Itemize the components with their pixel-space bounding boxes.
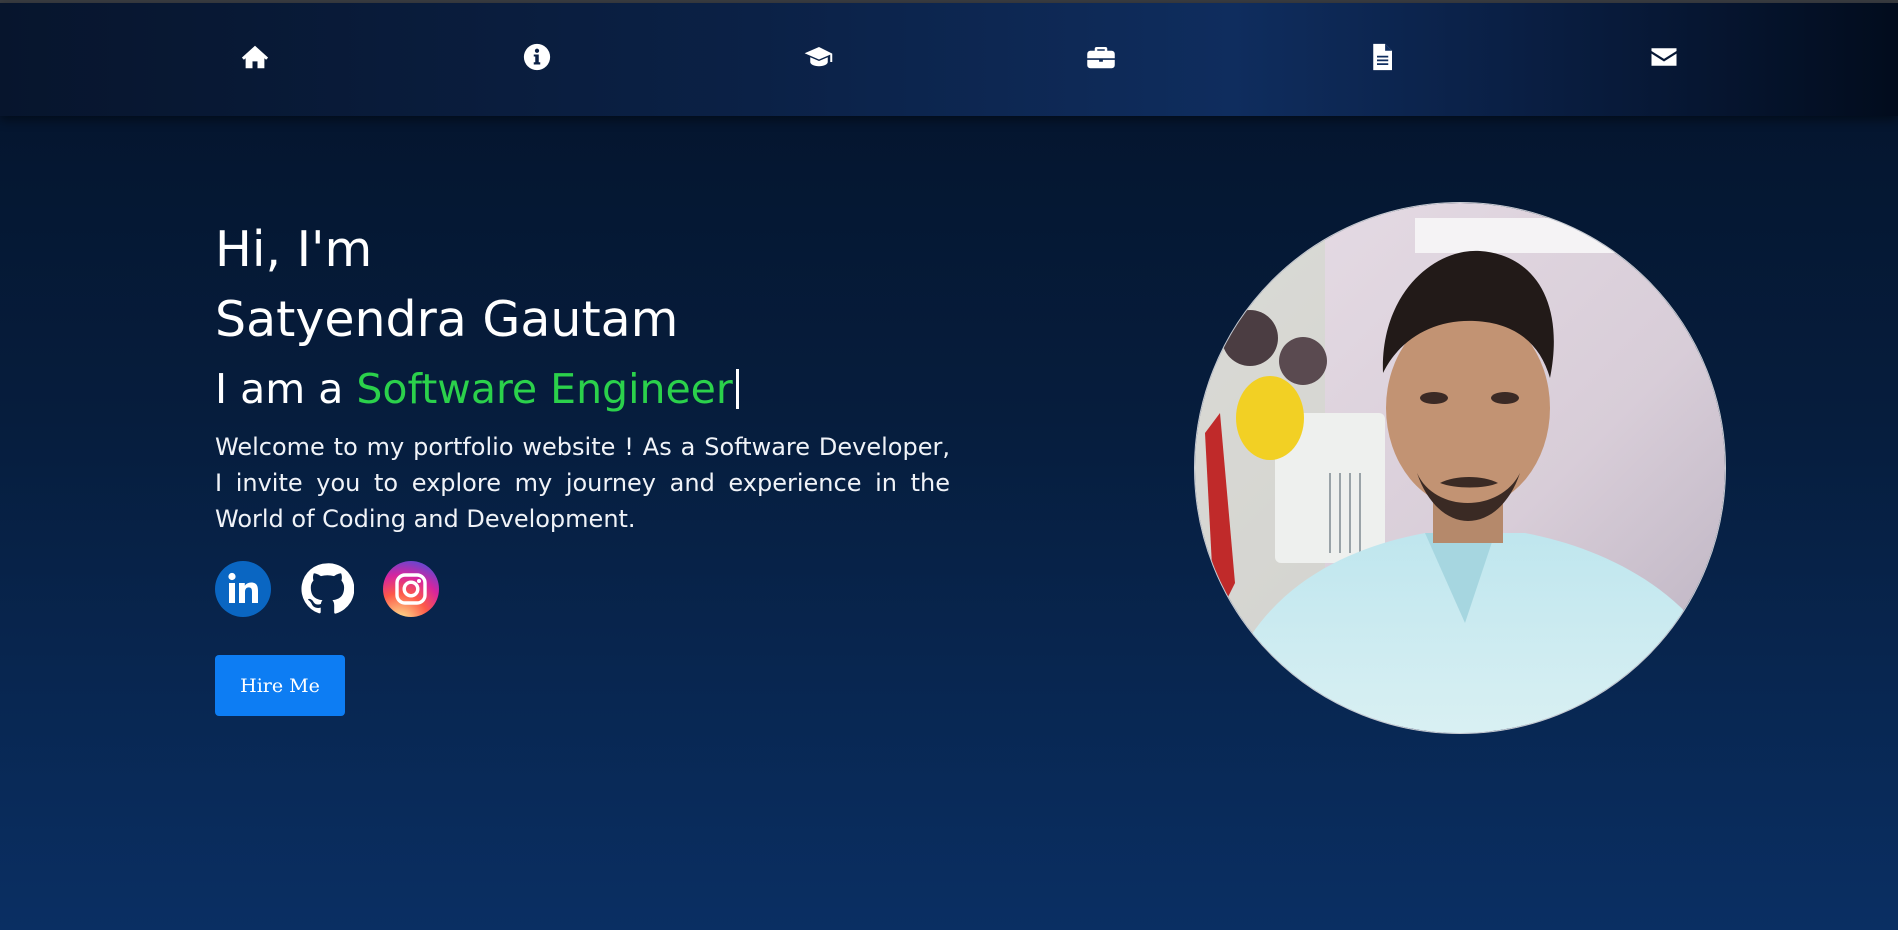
- instagram-link[interactable]: [383, 561, 439, 617]
- hire-me-button[interactable]: Hire Me: [215, 655, 345, 716]
- instagram-icon: [395, 573, 427, 605]
- document-icon: [1373, 43, 1392, 71]
- role-prefix: I am a: [215, 365, 357, 413]
- intro-paragraph: Welcome to my portfolio website ! As a S…: [215, 433, 950, 533]
- greeting-text: Hi, I'm: [215, 221, 373, 278]
- profile-photo: [1194, 202, 1726, 734]
- graduation-cap-icon: [804, 47, 833, 67]
- hero-name: Satyendra Gautam: [215, 291, 679, 348]
- linkedin-link[interactable]: [215, 561, 271, 617]
- nav-about[interactable]: [513, 33, 561, 81]
- nav-resume[interactable]: [1358, 33, 1406, 81]
- nav-experience[interactable]: [1077, 33, 1125, 81]
- typing-cursor: [735, 369, 739, 409]
- linkedin-icon: [228, 572, 258, 603]
- home-icon: [241, 45, 269, 69]
- nav-education[interactable]: [795, 33, 843, 81]
- info-icon: [523, 43, 551, 71]
- top-navbar: [0, 3, 1898, 116]
- role-highlight: Software Engineer: [356, 365, 733, 413]
- social-links: [215, 561, 950, 617]
- hero-section: Hi, I'm Satyendra Gautam I am a Software…: [215, 215, 950, 617]
- role-line: I am a Software Engineer: [215, 359, 950, 419]
- envelope-icon: [1651, 48, 1677, 66]
- briefcase-icon: [1087, 47, 1115, 69]
- nav-contact[interactable]: [1640, 33, 1688, 81]
- github-icon: [301, 563, 354, 614]
- nav-home[interactable]: [231, 33, 279, 81]
- github-link[interactable]: [299, 561, 355, 617]
